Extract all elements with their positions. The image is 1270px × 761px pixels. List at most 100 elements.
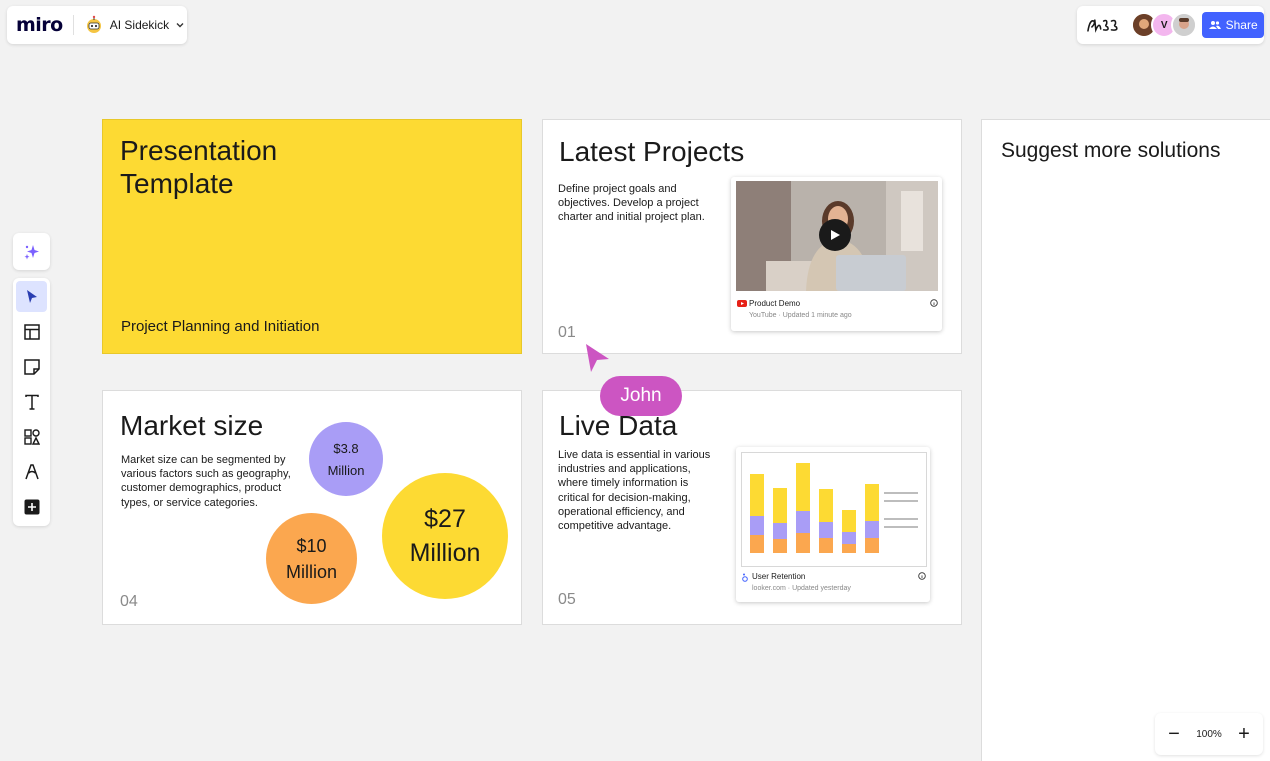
bubble-10-million[interactable]: $10 Million <box>266 513 357 604</box>
sticky-note-tool[interactable] <box>16 351 47 382</box>
bubble-3-8-million[interactable]: $3.8 Million <box>309 422 383 496</box>
presentation-title: Presentation Template <box>120 134 277 200</box>
templates-tool[interactable] <box>16 316 47 347</box>
bar-segment-2-0 <box>773 539 787 553</box>
bar-segment-6-1 <box>865 521 879 538</box>
bar-segment-3-1 <box>796 511 810 533</box>
templates-icon <box>23 323 40 340</box>
frame-latest-projects[interactable]: Latest Projects Define project goals and… <box>542 119 962 354</box>
bar-segment-1-1 <box>750 516 764 535</box>
people-icon <box>1208 21 1221 29</box>
latest-projects-title: Latest Projects <box>559 136 745 167</box>
pen-icon <box>24 463 39 479</box>
collaborator-name-tag: John <box>600 376 682 416</box>
looker-icon <box>742 573 748 582</box>
bar-segment-5-0 <box>842 544 856 553</box>
frame-number: 05 <box>558 591 576 608</box>
suggest-title: Suggest more solutions <box>1001 139 1221 162</box>
embed-title: User Retention <box>752 572 806 581</box>
bar-segment-3-0 <box>796 533 810 553</box>
info-icon[interactable] <box>930 299 938 307</box>
embed-title: Product Demo <box>749 299 801 308</box>
frame-market-size[interactable]: Market size Market size can be segmented… <box>102 390 522 625</box>
zoom-out-button[interactable]: − <box>1165 723 1183 746</box>
presentation-subtitle: Project Planning and Initiation <box>121 318 320 335</box>
ai-sidekick-button[interactable] <box>13 233 50 270</box>
creation-toolbar <box>13 278 50 526</box>
person-avatar-icon <box>1173 14 1196 36</box>
bubble-unit: Million <box>327 462 365 478</box>
presentation-title-line1: Presentation <box>120 135 278 166</box>
chart-area[interactable] <box>741 452 927 567</box>
reactions-icon[interactable] <box>1086 15 1121 35</box>
youtube-icon <box>737 300 747 307</box>
collaboration-bar: V Share <box>1077 6 1264 44</box>
bar-segment-2-1 <box>773 523 787 539</box>
cursor-arrow-icon <box>26 289 37 303</box>
video-embed-card[interactable]: Product Demo YouTube · Updated 1 minute … <box>731 177 942 331</box>
board-name[interactable]: AI Sidekick <box>110 18 169 32</box>
latest-projects-body: Define project goals and objectives. Dev… <box>558 183 705 224</box>
text-icon <box>24 394 39 410</box>
bubble-unit: Million <box>285 561 337 582</box>
bubble-27-million[interactable]: $27 Million <box>382 473 508 599</box>
bar-segment-4-1 <box>819 522 833 538</box>
embed-updated: Updated yesterday <box>792 585 851 592</box>
frame-number: 01 <box>558 324 576 341</box>
play-button[interactable] <box>819 219 851 251</box>
add-more-tool[interactable] <box>16 491 47 522</box>
header-divider <box>72 15 74 35</box>
select-tool[interactable] <box>16 281 47 312</box>
bar-segment-5-1 <box>842 532 856 544</box>
embed-source: YouTube <box>749 312 777 319</box>
info-icon[interactable] <box>918 572 926 580</box>
play-icon <box>831 230 840 240</box>
chevron-down-icon[interactable] <box>175 20 185 30</box>
miro-logo[interactable]: miro <box>16 14 63 36</box>
embed-updated: Updated 1 minute ago <box>782 312 852 319</box>
bar-segment-5-2 <box>842 510 856 532</box>
avatar-initial: V <box>1160 19 1168 31</box>
market-size-title: Market size <box>120 410 264 441</box>
presentation-title-line2: Template <box>120 168 234 199</box>
text-tool[interactable] <box>16 386 47 417</box>
pen-tool[interactable] <box>16 456 47 487</box>
bubble-unit: Million <box>409 539 481 567</box>
chart-embed-card[interactable]: User Retention looker.com · Updated yest… <box>736 447 930 602</box>
bar-segment-6-2 <box>865 484 879 521</box>
collaborator-avatars: V <box>1131 12 1198 38</box>
sticky-note-icon <box>23 358 40 375</box>
robot-avatar-icon <box>86 15 101 33</box>
frame-live-data[interactable]: Live Data Live data is essential in vari… <box>542 390 962 625</box>
frame-number: 04 <box>120 593 138 610</box>
bar-segment-1-2 <box>750 474 764 516</box>
share-label: Share <box>1225 18 1258 32</box>
bar-segment-1-0 <box>750 535 764 553</box>
bar-segment-2-2 <box>773 488 787 523</box>
share-button[interactable]: Share <box>1202 12 1264 38</box>
bar-segment-3-2 <box>796 463 810 511</box>
bar-segment-4-0 <box>819 538 833 553</box>
embed-source: looker.com <box>752 585 786 592</box>
zoom-in-button[interactable]: + <box>1235 723 1253 746</box>
zoom-level[interactable]: 100% <box>1196 729 1222 740</box>
bubble-value: $10 <box>296 535 327 556</box>
shapes-icon <box>23 428 40 445</box>
bubble-value: $27 <box>424 505 466 533</box>
bar-segment-6-0 <box>865 538 879 553</box>
live-data-body: Live data is essential in various indust… <box>558 449 711 533</box>
embed-meta: looker.com · Updated yesterday <box>752 585 851 592</box>
zoom-controls: − 100% + <box>1155 713 1263 755</box>
board-header: miro AI Sidekick <box>7 6 187 44</box>
bar-segment-4-2 <box>819 489 833 522</box>
market-size-body: Market size can be segmented by various … <box>121 454 291 509</box>
embed-meta: YouTube · Updated 1 minute ago <box>749 312 852 319</box>
frame-presentation-template[interactable]: Presentation Template Project Planning a… <box>102 119 522 354</box>
avatar-user-3[interactable] <box>1171 12 1198 38</box>
collaborator-cursor-icon <box>586 344 609 372</box>
shapes-tool[interactable] <box>16 421 47 452</box>
frame-suggest-solutions[interactable]: Suggest more solutions <box>981 119 1270 761</box>
bubble-value: $3.8 <box>333 440 359 456</box>
add-icon <box>24 499 39 514</box>
stacked-bar-chart <box>750 463 918 553</box>
